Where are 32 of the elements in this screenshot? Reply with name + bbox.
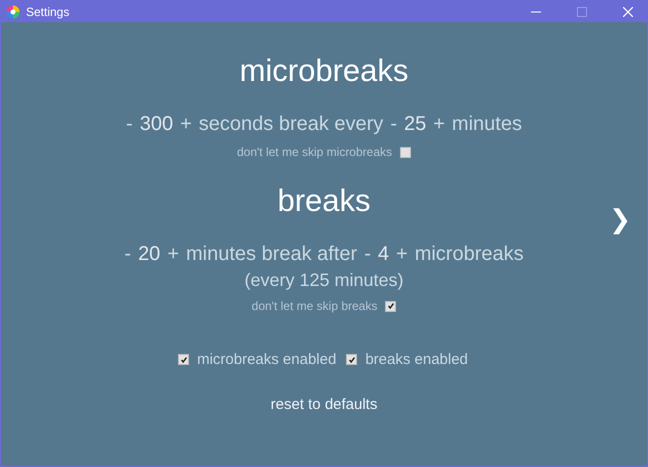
value-text: 4 (378, 242, 389, 267)
sentence-text: minutes (452, 112, 522, 137)
sentence-text: microbreaks (414, 242, 524, 267)
checkbox[interactable] (346, 354, 358, 365)
stepper-button[interactable]: - (390, 111, 397, 137)
checkbox[interactable] (400, 146, 411, 158)
sentence-text: minutes break after (186, 242, 358, 267)
stepper-button[interactable]: + (180, 111, 192, 137)
value-text: 300 (140, 112, 174, 137)
app-logo-icon (6, 4, 20, 18)
checkbox[interactable] (385, 300, 396, 312)
reset-button[interactable]: reset to defaults (266, 394, 382, 415)
checkbox[interactable] (178, 354, 190, 365)
stepper-button[interactable]: + (433, 111, 445, 137)
stepper-button[interactable]: + (167, 241, 179, 267)
interval-text: (every 125 minutes) (244, 270, 404, 291)
section-heading: microbreaks (240, 52, 408, 90)
checkbox-label: don't let me skip microbreaks (236, 145, 392, 159)
sentence-text: seconds break every (198, 112, 384, 137)
stepper-button[interactable]: - (126, 111, 133, 137)
value-text: 20 (138, 242, 160, 267)
stepper-button[interactable]: - (124, 241, 132, 267)
section-heading: breaks (277, 182, 371, 220)
value-text: 25 (404, 112, 426, 137)
close-icon[interactable] (623, 6, 633, 16)
next-button[interactable]: ❯ (609, 205, 631, 235)
checkbox-label: microbreaks enabled (197, 351, 336, 368)
checkbox-label: don't let me skip breaks (252, 299, 378, 313)
stepper-button[interactable]: - (364, 241, 371, 267)
stepper-button[interactable]: + (396, 241, 408, 267)
window-title: Settings (26, 4, 70, 18)
checkbox-label: breaks enabled (365, 351, 468, 368)
